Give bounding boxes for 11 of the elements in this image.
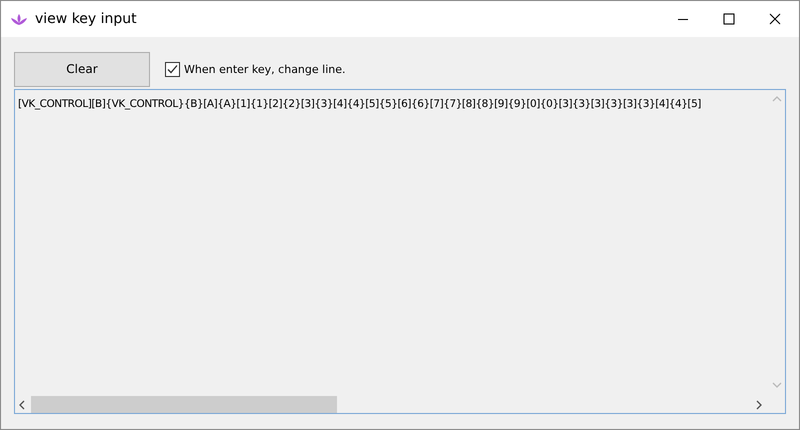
- window-title: view key input: [35, 11, 137, 27]
- clear-button[interactable]: Clear: [14, 52, 150, 86]
- scrollbar-thumb[interactable]: [31, 396, 337, 413]
- key-log-text: [VK_CONTROL][B]{VK_CONTROL}{B}[A]{A}[1]{1}[2]{2}[3]{3}[4]{4}[5]{5}[6]{6}[7]{7}[8]{8}[9]{9}[0]{0}[3]{3}[3]{3}[3]{3}[4]{4}[5]: [18, 98, 701, 110]
- scroll-left-icon[interactable]: [19, 400, 25, 410]
- checkbox[interactable]: [165, 62, 180, 76]
- close-icon[interactable]: [769, 13, 781, 25]
- checkbox-label[interactable]: When enter key, change line.: [184, 62, 346, 76]
- maximize-icon[interactable]: [723, 13, 735, 25]
- text-area[interactable]: [VK_CONTROL][B]{VK_CONTROL}{B}[A]{A}[1]{1}[2]{2}[3]{3}[4]{4}[5]{5}[6]{6}[7]{7}[8]{8}[9]{9}[0]{0}[3]{3}[3]{3}[3]{3}[4]{4}[5]: [14, 89, 786, 414]
- scroll-right-icon[interactable]: [756, 400, 762, 410]
